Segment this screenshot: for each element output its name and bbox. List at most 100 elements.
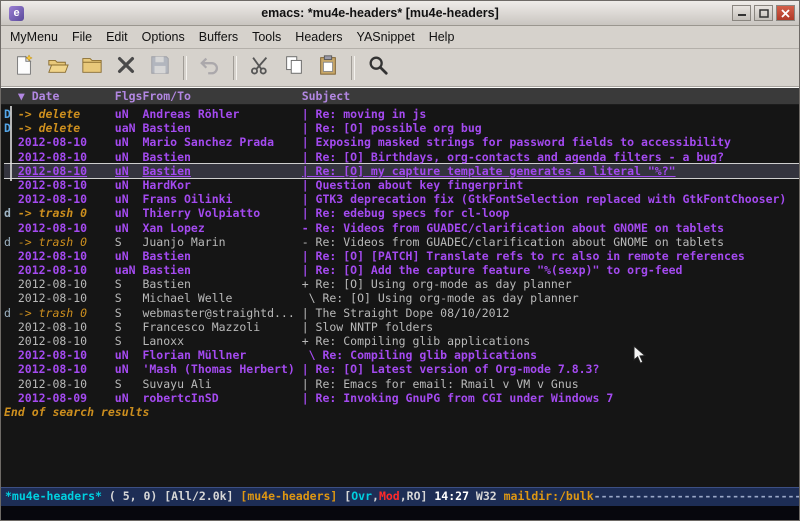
kill-buffer-button[interactable] [112, 54, 140, 82]
header-date-sort[interactable]: ▼ Date [18, 88, 115, 104]
message-row[interactable]: 2012-08-10uNBastien| Re: [O] Birthdays, … [4, 150, 799, 164]
date-cell: 2012-08-10 [18, 164, 115, 178]
menu-file[interactable]: File [65, 28, 99, 46]
message-row[interactable]: D-> deleteuNAndreas Röhler| Re: moving i… [4, 107, 799, 121]
message-row[interactable]: 2012-08-10SBastien+ Re: [O] Using org-mo… [4, 277, 799, 291]
header-subject[interactable]: Subject [302, 88, 799, 104]
search-button[interactable] [364, 54, 392, 82]
message-list: D-> deleteuNAndreas Röhler| Re: moving i… [1, 105, 799, 487]
menu-tools[interactable]: Tools [245, 28, 288, 46]
end-of-results-text: End of search results [4, 405, 799, 419]
paste-button[interactable] [314, 54, 342, 82]
new-file-button[interactable] [10, 54, 38, 82]
date-cell: 2012-08-10 [18, 291, 115, 305]
mark-cell [4, 221, 18, 235]
message-row[interactable]: 2012-08-10SSuvayu Ali| Re: Emacs for ema… [4, 377, 799, 391]
header-from[interactable]: From/To [142, 88, 301, 104]
mark-cell [4, 334, 18, 348]
message-row[interactable]: 2012-08-10uNMario Sanchez Prada| Exposin… [4, 135, 799, 149]
undo-button[interactable] [196, 54, 224, 82]
modeline-segment: maildir:/bulk [504, 488, 594, 506]
from-cell: 'Mash (Thomas Herbert) [142, 362, 301, 376]
flags-cell: S [115, 334, 143, 348]
from-cell: Suvayu Ali [142, 377, 301, 391]
message-row[interactable]: 2012-08-10uaNBastien| Re: [O] Add the ca… [4, 263, 799, 277]
message-row[interactable]: 2012-08-10uNHardKor| Question about key … [4, 178, 799, 192]
message-row[interactable]: 2012-08-09uNrobertcInSD| Re: Invoking Gn… [4, 391, 799, 405]
message-row[interactable]: 2012-08-10uN'Mash (Thomas Herbert)| Re: … [4, 362, 799, 376]
copy-button[interactable] [280, 54, 308, 82]
message-row[interactable]: d-> trash 0SJuanjo Marin- Re: Videos fro… [4, 235, 799, 249]
message-row[interactable]: 2012-08-10uNXan Lopez- Re: Videos from G… [4, 221, 799, 235]
from-cell: Bastien [142, 249, 301, 263]
dired-button[interactable] [78, 54, 106, 82]
message-row[interactable]: d-> trash 0Swebmaster@straightd...| The … [4, 306, 799, 320]
message-row[interactable]: 2012-08-10uNFrans Oilinki| GTK3 deprecat… [4, 192, 799, 206]
cut-icon [249, 54, 271, 81]
message-row[interactable]: 2012-08-10uNBastien| Re: [O] my capture … [4, 164, 799, 178]
window-controls [732, 5, 795, 21]
flags-cell: S [115, 320, 143, 334]
date-cell: 2012-08-10 [18, 135, 115, 149]
from-cell: Mario Sanchez Prada [142, 135, 301, 149]
modeline-segment: RO [407, 488, 421, 506]
menu-buffers[interactable]: Buffers [192, 28, 245, 46]
flags-cell: S [115, 306, 143, 320]
scrollbar-thumb[interactable] [10, 106, 12, 181]
message-row[interactable]: 2012-08-10SMichael Welle \ Re: [O] Using… [4, 291, 799, 305]
message-row[interactable]: 2012-08-10SFrancesco Mazzoli| Slow NNTP … [4, 320, 799, 334]
message-row[interactable]: 2012-08-10uNFlorian Müllner \ Re: Compil… [4, 348, 799, 362]
header-flags[interactable]: Flgs [115, 88, 143, 104]
message-row[interactable]: 2012-08-10SLanoxx+ Re: Compiling glib ap… [4, 334, 799, 348]
save-button[interactable] [146, 54, 174, 82]
date-cell: 2012-08-10 [18, 348, 115, 362]
menu-mymenu[interactable]: MyMenu [3, 28, 65, 46]
modeline-segment: ] [421, 488, 435, 506]
menu-edit[interactable]: Edit [99, 28, 135, 46]
subject-cell: | Re: [O] Latest version of Org-mode 7.8… [302, 362, 799, 376]
modeline-segment: *mu4e-headers* [5, 488, 102, 506]
mark-cell [4, 249, 18, 263]
date-cell: 2012-08-09 [18, 391, 115, 405]
mark-cell [4, 277, 18, 291]
mode-line: *mu4e-headers* ( 5, 0) [All/2.0k] [mu4e-… [1, 487, 799, 506]
subject-cell: | Re: edebug specs for cl-loop [302, 206, 799, 220]
close-button[interactable] [776, 5, 795, 21]
modeline-segment: W32 [476, 488, 504, 506]
tool-bar [1, 49, 799, 87]
date-cell: 2012-08-10 [18, 150, 115, 164]
menu-yasnippet[interactable]: YASnippet [350, 28, 422, 46]
maximize-button[interactable] [754, 5, 773, 21]
date-cell: -> delete [18, 121, 115, 135]
new-file-icon [13, 54, 35, 81]
flags-cell: uN [115, 362, 143, 376]
flags-cell: S [115, 235, 143, 249]
from-cell: Juanjo Marin [142, 235, 301, 249]
headers-column-header: ▼ Date Flgs From/To Subject [1, 88, 799, 105]
title-bar[interactable]: e emacs: *mu4e-headers* [mu4e-headers] [1, 1, 799, 26]
from-cell: Bastien [142, 263, 301, 277]
from-cell: Andreas Röhler [142, 107, 301, 121]
open-file-button[interactable] [44, 54, 72, 82]
message-row[interactable]: d-> trash 0uNThierry Volpiatto| Re: edeb… [4, 206, 799, 220]
subject-cell: | Re: [O] Birthdays, org-contacts and ag… [302, 150, 799, 164]
flags-cell: uN [115, 107, 143, 121]
flags-cell: uN [115, 150, 143, 164]
search-icon [367, 54, 389, 81]
date-cell: 2012-08-10 [18, 263, 115, 277]
modeline-segment: 14:27 [434, 488, 476, 506]
menu-headers[interactable]: Headers [288, 28, 349, 46]
menu-options[interactable]: Options [135, 28, 192, 46]
toolbar-separator [351, 56, 355, 80]
flags-cell: uN [115, 348, 143, 362]
from-cell: robertcInSD [142, 391, 301, 405]
message-row[interactable]: 2012-08-10uNBastien| Re: [O] [PATCH] Tra… [4, 249, 799, 263]
minimize-button[interactable] [732, 5, 751, 21]
menu-help[interactable]: Help [422, 28, 462, 46]
date-cell: -> trash 0 [18, 306, 115, 320]
from-cell: Bastien [142, 150, 301, 164]
date-cell: 2012-08-10 [18, 334, 115, 348]
from-cell: Michael Welle [142, 291, 301, 305]
message-row[interactable]: D-> deleteuaNBastien| Re: [O] possible o… [4, 121, 799, 135]
cut-button[interactable] [246, 54, 274, 82]
